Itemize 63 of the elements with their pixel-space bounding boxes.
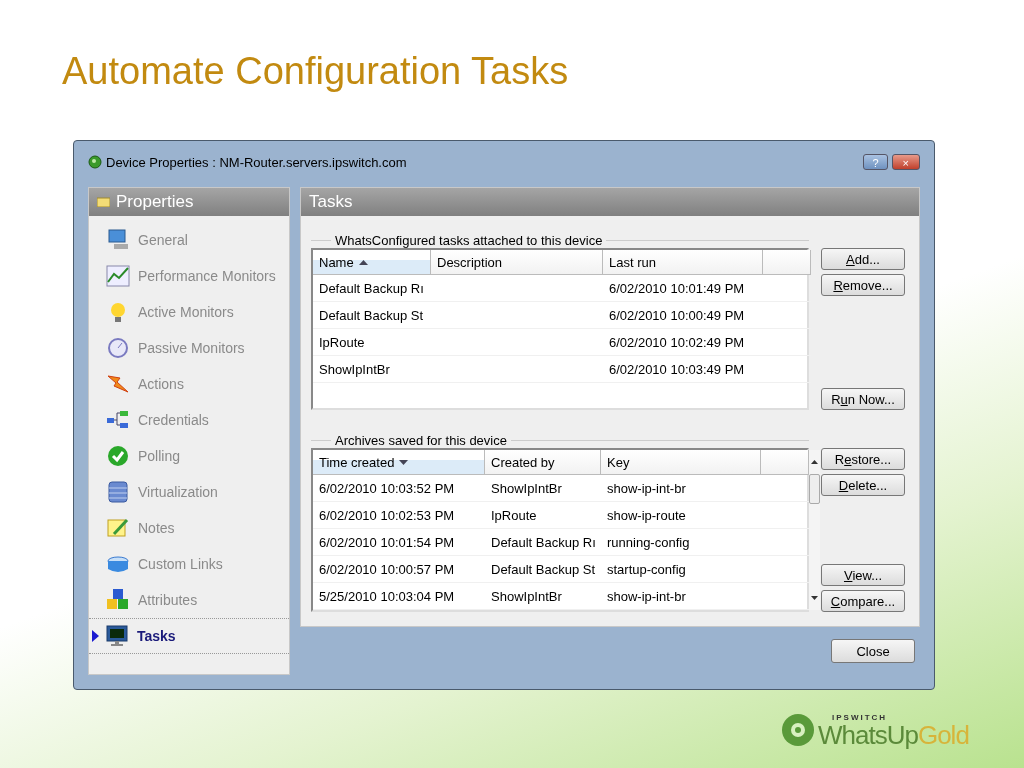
- app-icon: [88, 155, 102, 169]
- table-cell-text: 6/02/2010 10:01:49 PM: [608, 279, 746, 298]
- check-circle-icon: [106, 444, 130, 468]
- table-cell-text: 6/02/2010 10:02:53 PM: [318, 506, 456, 525]
- table-cell-text: Default Backup Rı: [318, 279, 425, 298]
- sidebar-title: Properties: [116, 192, 194, 212]
- table-cell-text: 6/02/2010 10:02:49 PM: [608, 333, 746, 352]
- ring-logo-icon: [780, 712, 816, 748]
- database-icon: [106, 480, 130, 504]
- product-name: WhatsUpGold: [818, 721, 969, 748]
- monitor-icon: [105, 624, 129, 648]
- slide-title: Automate Configuration Tasks: [62, 50, 569, 93]
- table-cell-text: Default Backup St: [490, 560, 597, 579]
- chart-icon: [106, 264, 130, 288]
- group-legend: Archives saved for this device: [335, 432, 507, 448]
- table-cell-text: 6/02/2010 10:00:57 PM: [318, 560, 456, 579]
- action-button[interactable]: Remove...: [821, 274, 905, 296]
- column-header[interactable]: Last run: [603, 250, 763, 274]
- column-header[interactable]: Name: [313, 250, 431, 274]
- window-title: Device Properties : NM-Router.servers.ipswitch.com: [106, 154, 408, 170]
- sidebar-item[interactable]: Tasks: [89, 618, 289, 654]
- table-cell-text: ShowIpIntBr: [490, 479, 563, 498]
- scroll-down-icon: [811, 596, 818, 600]
- table-cell-text: show-ip-int-br: [606, 587, 687, 606]
- table-cell-text: IpRoute: [490, 506, 538, 525]
- table-cell-text: 6/02/2010 10:00:49 PM: [608, 306, 746, 325]
- table-cell-text: running-config: [606, 533, 691, 552]
- column-header[interactable]: Description: [431, 250, 603, 274]
- table-cell-text: show-ip-route: [606, 506, 687, 525]
- close-button[interactable]: ×: [891, 154, 920, 170]
- action-button[interactable]: View...: [821, 564, 905, 586]
- dish-icon: [106, 336, 130, 360]
- folder-icon: [97, 197, 110, 207]
- pointer-icon: [92, 630, 99, 642]
- computer-icon: [106, 228, 130, 252]
- table-cell-text: 6/02/2010 10:03:49 PM: [608, 360, 746, 379]
- close-button[interactable]: Close: [831, 639, 915, 663]
- table-cell-text: ShowIpIntBr: [490, 587, 563, 606]
- table-cell-text: 5/25/2010 10:03:04 PM: [318, 587, 456, 606]
- action-button[interactable]: Delete...: [821, 474, 905, 496]
- column-header[interactable]: Time created: [313, 450, 485, 474]
- action-button[interactable]: Add...: [821, 248, 905, 270]
- table-cell-text: 6/02/2010 10:01:54 PM: [318, 533, 456, 552]
- table-cell-text: 6/02/2010 10:03:52 PM: [318, 479, 456, 498]
- action-button[interactable]: Compare...: [821, 590, 905, 612]
- table-cell-text: Default Backup St: [318, 306, 425, 325]
- panel-title: Tasks: [309, 192, 353, 212]
- scroll-up-icon: [811, 460, 818, 464]
- action-button[interactable]: Run Now...: [821, 388, 905, 410]
- table-cell-text: show-ip-int-br: [606, 479, 687, 498]
- scroll-thumb[interactable]: [809, 474, 820, 504]
- column-header[interactable]: Key: [601, 450, 761, 474]
- table-cell-text: IpRoute: [318, 333, 366, 352]
- scrollbar[interactable]: [809, 450, 820, 610]
- table-cell-text: Default Backup Rı: [490, 533, 597, 552]
- notepad-icon: [106, 516, 130, 540]
- brand-name: IPSWITCH: [831, 712, 889, 722]
- group-legend: WhatsConfigured tasks attached to this device: [335, 232, 603, 248]
- column-header[interactable]: Created by: [485, 450, 601, 474]
- table-cell-text: startup-config: [606, 560, 687, 579]
- cubes-icon: [106, 588, 130, 612]
- table-cell-text: ShowIpIntBr: [318, 360, 391, 379]
- action-button[interactable]: Restore...: [821, 448, 905, 470]
